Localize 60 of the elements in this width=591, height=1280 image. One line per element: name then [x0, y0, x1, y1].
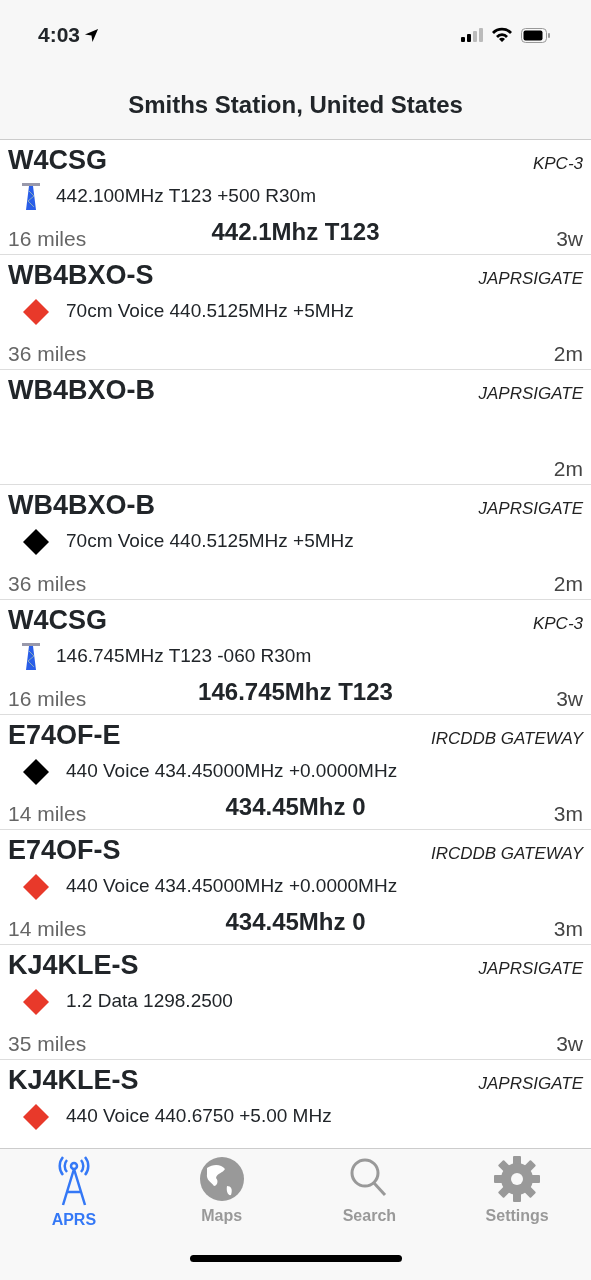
station-details: 440 Voice 434.45000MHz +0.0000MHz	[66, 759, 398, 784]
station-type: JAPRSIGATE	[478, 268, 583, 290]
clock-time: 4:03	[38, 22, 81, 49]
tab-button[interactable]: Maps	[147, 1155, 296, 1233]
station-details: 70cm Voice 440.5125MHz +5MHz	[66, 529, 354, 554]
age: 3m	[553, 800, 583, 827]
callsign: E74OF-E	[8, 719, 121, 751]
age: 2m	[553, 570, 583, 597]
distance: 14 miles	[8, 800, 87, 827]
distance: 36 miles	[8, 340, 87, 367]
tab-button[interactable]: Settings	[443, 1155, 591, 1233]
frequency: 442.1Mhz T123	[211, 217, 380, 247]
frequency: 434.45Mhz 0	[225, 907, 366, 937]
distance: 16 miles	[8, 685, 87, 712]
station-type: JAPRSIGATE	[478, 1073, 583, 1095]
callsign: KJ4KLE-S	[8, 1064, 139, 1096]
callsign: KJ4KLE-S	[8, 949, 139, 981]
frequency: 434.45Mhz 0	[225, 792, 366, 822]
navigation-title: Smiths Station, United States	[128, 89, 463, 120]
station-details: 442.100MHz T123 +500 R30m	[56, 184, 316, 209]
station-details: 440 Voice 440.6750 +5.00 MHz	[66, 1104, 332, 1129]
station-details: 440 Voice 434.45000MHz +0.0000MHz	[66, 874, 398, 899]
callsign: WB4BXO-S	[8, 259, 154, 291]
station-type: IRCDDB GATEWAY	[430, 728, 583, 750]
age: 2m	[553, 340, 583, 367]
station-type: JAPRSIGATE	[478, 958, 583, 980]
distance: 36 miles	[8, 570, 87, 597]
station-details: 1.2 Data 1298.2500	[66, 989, 233, 1014]
tab-button[interactable]: APRS	[0, 1155, 148, 1233]
distance: 16 miles	[8, 225, 87, 252]
station-type: KPC-3	[532, 153, 583, 175]
frequency: 146.745Mhz T123	[198, 677, 393, 707]
distance: 14 miles	[8, 915, 87, 942]
age: 2m	[553, 455, 583, 482]
settings-icon	[494, 1156, 541, 1202]
callsign: W4CSG	[8, 604, 107, 636]
age: 3m	[553, 915, 583, 942]
age: 3w	[556, 1030, 583, 1057]
distance: 35 miles	[8, 1030, 87, 1057]
station-type: IRCDDB GATEWAY	[430, 843, 583, 865]
station-type: JAPRSIGATE	[478, 383, 583, 405]
battery-icon	[521, 27, 551, 43]
callsign: E74OF-S	[8, 834, 121, 866]
location-arrow-icon	[84, 27, 100, 43]
wifi-icon	[491, 27, 513, 43]
callsign: WB4BXO-B	[8, 374, 155, 406]
tower-icon	[22, 642, 40, 670]
tab-button[interactable]: Search	[295, 1155, 444, 1233]
age: 3w	[556, 685, 583, 712]
age: 3w	[556, 225, 583, 252]
globe-icon	[198, 1156, 245, 1202]
callsign: W4CSG	[8, 144, 107, 176]
station-type: KPC-3	[532, 613, 583, 635]
callsign: WB4BXO-B	[8, 489, 155, 521]
tower-icon	[22, 182, 40, 210]
station-type: JAPRSIGATE	[478, 498, 583, 520]
station-details: 146.745MHz T123 -060 R30m	[56, 644, 312, 669]
antenna-tower-icon	[57, 1156, 90, 1206]
station-details: 70cm Voice 440.5125MHz +5MHz	[66, 299, 354, 324]
signal-icon	[461, 28, 483, 42]
